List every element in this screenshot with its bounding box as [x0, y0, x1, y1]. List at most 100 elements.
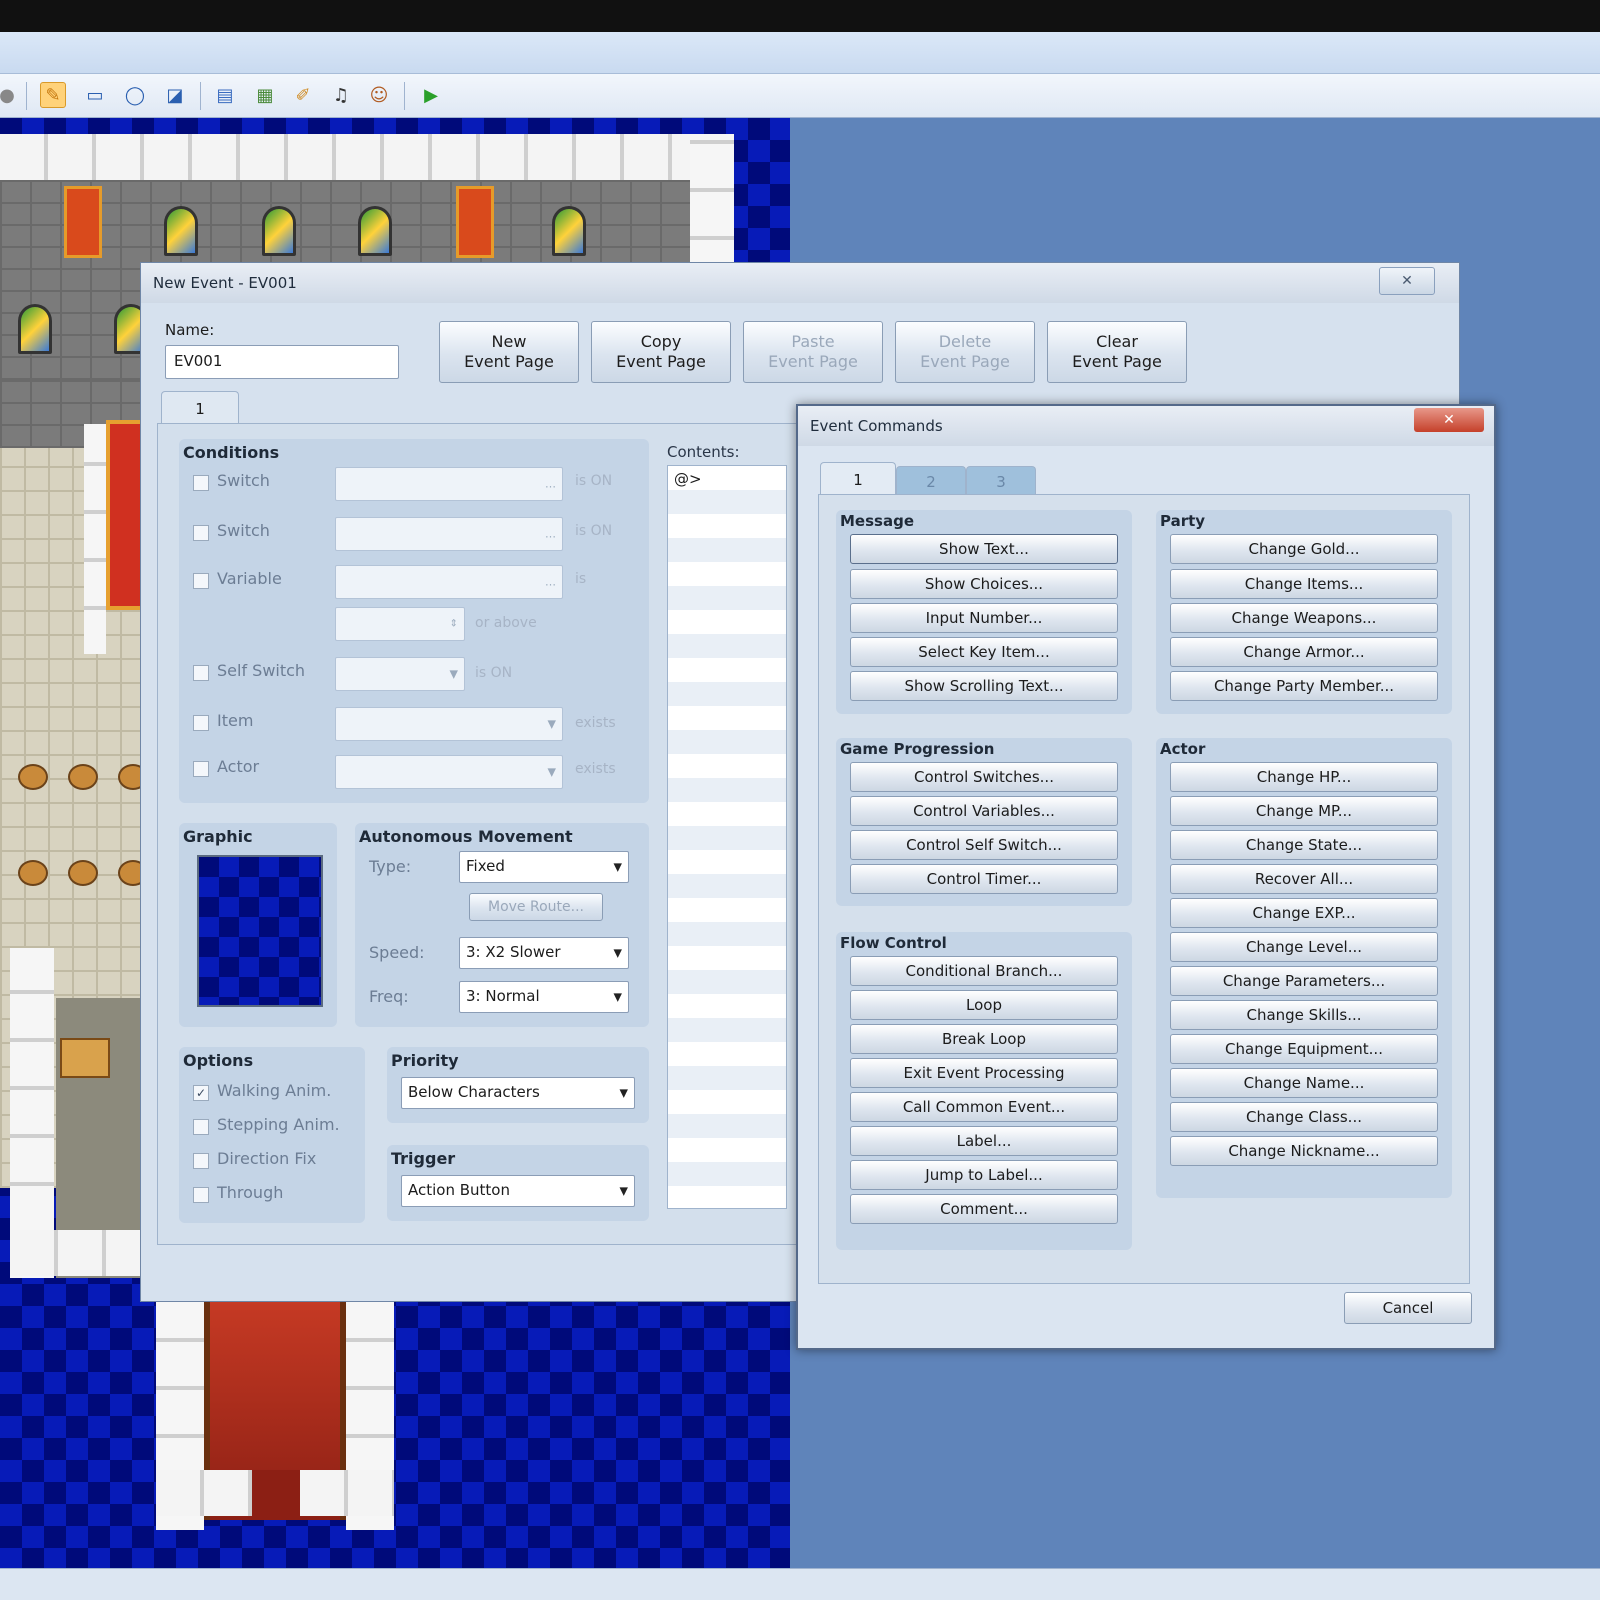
conditional-branch-button[interactable]: Conditional Branch... — [850, 956, 1118, 986]
direction-fix-checkbox[interactable] — [193, 1153, 209, 1169]
break-loop-button[interactable]: Break Loop — [850, 1024, 1118, 1054]
loop-button[interactable]: Loop — [850, 990, 1118, 1020]
priority-select[interactable]: Below Characters ▼ — [401, 1077, 635, 1109]
control-self-switch-button[interactable]: Control Self Switch... — [850, 830, 1118, 860]
event-commands-close-icon[interactable]: ✕ — [1414, 408, 1484, 432]
actor-select[interactable]: ▼ — [335, 755, 563, 789]
name-input[interactable]: EV001 — [165, 345, 399, 379]
map-stained-window — [552, 206, 586, 256]
delete-event-page-label-2: Event Page — [920, 352, 1010, 371]
control-variables-button[interactable]: Control Variables... — [850, 796, 1118, 826]
stepping-anim-checkbox[interactable] — [193, 1119, 209, 1135]
variable-value-stepper[interactable]: ⇕ — [335, 607, 465, 641]
exit-event-processing-button[interactable]: Exit Event Processing — [850, 1058, 1118, 1088]
show-choices-button[interactable]: Show Choices... — [850, 569, 1118, 599]
conditions-group: Conditions Switch … is ON Switch … is ON… — [179, 439, 649, 803]
contents-list[interactable]: @> — [667, 465, 787, 1209]
tab-commands-3[interactable]: 3 — [966, 466, 1036, 496]
change-skills-button[interactable]: Change Skills... — [1170, 1000, 1438, 1030]
recover-all-button[interactable]: Recover All... — [1170, 864, 1438, 894]
item-select[interactable]: ▼ — [335, 707, 563, 741]
window-top-edge — [0, 0, 1600, 32]
status-bar — [0, 1568, 1600, 1600]
clear-event-page-button[interactable]: Clear Event Page — [1047, 321, 1187, 383]
speed-select-value: 3: X2 Slower — [466, 943, 561, 961]
tab-commands-1[interactable]: 1 — [820, 462, 896, 496]
tab-page-1[interactable]: 1 — [161, 391, 239, 425]
cancel-button[interactable]: Cancel — [1344, 1292, 1472, 1324]
self-switch-select[interactable]: ▼ — [335, 657, 465, 691]
playtest-icon[interactable]: ▶ — [418, 82, 444, 108]
chevron-down-icon: ▼ — [613, 990, 622, 1004]
switch2-checkbox[interactable] — [193, 525, 209, 541]
control-timer-button[interactable]: Control Timer... — [850, 864, 1118, 894]
contents-line[interactable]: @> — [668, 466, 786, 492]
switch2-select[interactable]: … — [335, 517, 563, 551]
variable-checkbox[interactable] — [193, 573, 209, 589]
show-scrolling-text-button[interactable]: Show Scrolling Text... — [850, 671, 1118, 701]
change-exp-button[interactable]: Change EXP... — [1170, 898, 1438, 928]
script-editor-icon[interactable]: ✐ — [290, 82, 316, 108]
freq-select[interactable]: 3: Normal ▼ — [459, 981, 629, 1013]
switch1-label: Switch — [217, 471, 270, 490]
sound-test-icon[interactable]: ♫ — [328, 82, 354, 108]
walking-anim-checkbox[interactable]: ✓ — [193, 1085, 209, 1101]
switch1-select[interactable]: … — [335, 467, 563, 501]
message-group: Message Show Text... Show Choices... Inp… — [836, 510, 1132, 714]
new-event-page-button[interactable]: New Event Page — [439, 321, 579, 383]
change-parameters-button[interactable]: Change Parameters... — [1170, 966, 1438, 996]
change-party-member-button[interactable]: Change Party Member... — [1170, 671, 1438, 701]
call-common-event-button[interactable]: Call Common Event... — [850, 1092, 1118, 1122]
tab-commands-2[interactable]: 2 — [896, 466, 966, 496]
variable-select[interactable]: … — [335, 565, 563, 599]
jump-to-label-button[interactable]: Jump to Label... — [850, 1160, 1118, 1190]
select-key-item-button[interactable]: Select Key Item... — [850, 637, 1118, 667]
change-level-button[interactable]: Change Level... — [1170, 932, 1438, 962]
through-checkbox[interactable] — [193, 1187, 209, 1203]
paste-event-page-button[interactable]: Paste Event Page — [743, 321, 883, 383]
type-select[interactable]: Fixed ▼ — [459, 851, 629, 883]
change-state-button[interactable]: Change State... — [1170, 830, 1438, 860]
change-items-button[interactable]: Change Items... — [1170, 569, 1438, 599]
graphic-preview[interactable] — [197, 855, 323, 1007]
actor-label: Actor — [217, 757, 260, 776]
change-mp-button[interactable]: Change MP... — [1170, 796, 1438, 826]
change-equipment-button[interactable]: Change Equipment... — [1170, 1034, 1438, 1064]
character-generator-icon[interactable]: ☺ — [366, 82, 392, 108]
copy-event-page-button[interactable]: Copy Event Page — [591, 321, 731, 383]
trigger-select[interactable]: Action Button ▼ — [401, 1175, 635, 1207]
ellipse-tool-icon[interactable]: ◯ — [122, 82, 148, 108]
chevron-down-icon: ▼ — [449, 667, 458, 681]
actor-checkbox[interactable] — [193, 761, 209, 777]
change-armor-button[interactable]: Change Armor... — [1170, 637, 1438, 667]
self-switch-checkbox[interactable] — [193, 665, 209, 681]
event-editor-close-icon[interactable]: ✕ — [1379, 267, 1435, 295]
type-select-value: Fixed — [466, 857, 505, 875]
item-checkbox[interactable] — [193, 715, 209, 731]
chevron-down-icon: ▼ — [619, 1086, 628, 1100]
speed-select[interactable]: 3: X2 Slower ▼ — [459, 937, 629, 969]
label-button[interactable]: Label... — [850, 1126, 1118, 1156]
show-text-button[interactable]: Show Text... — [850, 534, 1118, 564]
delete-event-page-button[interactable]: Delete Event Page — [895, 321, 1035, 383]
pencil-tool-icon[interactable]: ✎ — [40, 82, 66, 108]
change-hp-button[interactable]: Change HP... — [1170, 762, 1438, 792]
move-route-button[interactable]: Move Route... — [469, 893, 603, 921]
resource-manager-icon[interactable]: ▦ — [252, 82, 278, 108]
rectangle-tool-icon[interactable]: ▭ — [82, 82, 108, 108]
database-icon[interactable]: ▤ — [212, 82, 238, 108]
change-nickname-button[interactable]: Change Nickname... — [1170, 1136, 1438, 1166]
switch1-checkbox[interactable] — [193, 475, 209, 491]
input-number-button[interactable]: Input Number... — [850, 603, 1118, 633]
change-class-button[interactable]: Change Class... — [1170, 1102, 1438, 1132]
control-switches-button[interactable]: Control Switches... — [850, 762, 1118, 792]
comment-button[interactable]: Comment... — [850, 1194, 1118, 1224]
change-name-button[interactable]: Change Name... — [1170, 1068, 1438, 1098]
stepping-anim-label: Stepping Anim. — [217, 1115, 340, 1134]
change-gold-button[interactable]: Change Gold... — [1170, 534, 1438, 564]
options-label: Options — [183, 1051, 254, 1070]
actor-group: Actor Change HP... Change MP... Change S… — [1156, 738, 1452, 1198]
fill-tool-icon[interactable]: ◪ — [162, 82, 188, 108]
change-weapons-button[interactable]: Change Weapons... — [1170, 603, 1438, 633]
event-commands-titlebar: Event Commands — [798, 406, 1494, 446]
